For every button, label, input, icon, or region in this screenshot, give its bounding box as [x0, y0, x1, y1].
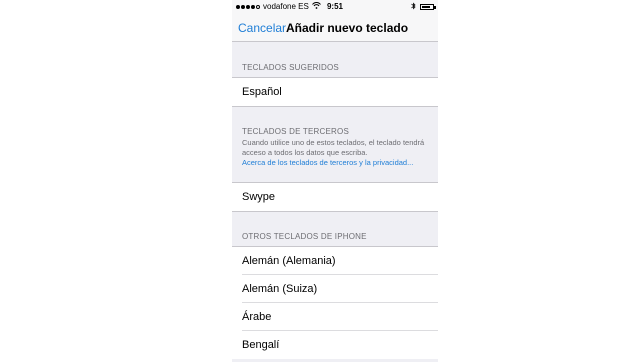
keyboard-item-label: Árabe: [242, 311, 272, 323]
keyboard-item-aleman-alemania[interactable]: Alemán (Alemania): [232, 247, 438, 275]
status-time: 9:51: [326, 2, 343, 11]
phone-screen: vodafone ES 9:51 Cancelar Añadir nuevo t…: [232, 0, 438, 362]
keyboard-item-espanol[interactable]: Español: [232, 78, 438, 106]
keyboard-item-swype[interactable]: Swype: [232, 183, 438, 211]
bluetooth-icon: [411, 2, 416, 12]
keyboard-item-label: Español: [242, 86, 282, 98]
keyboard-item-label: Alemán (Alemania): [242, 255, 336, 267]
navigation-bar: Cancelar Añadir nuevo teclado: [232, 14, 438, 42]
keyboard-item-label: Bengalí: [242, 339, 280, 351]
third-party-description: Cuando utilice uno de estos teclados, el…: [242, 138, 425, 157]
cancel-button[interactable]: Cancelar: [238, 21, 286, 35]
third-party-privacy-link[interactable]: Acerca de los teclados de terceros y la …: [242, 158, 432, 168]
third-party-section-header: TECLADOS DE TERCEROS: [242, 127, 349, 136]
keyboard-item-arabe[interactable]: Árabe: [232, 303, 438, 331]
divider: [232, 211, 438, 212]
keyboard-item-label: Alemán (Suiza): [242, 283, 318, 295]
page-title: Añadir nuevo teclado: [286, 21, 409, 35]
status-bar: vodafone ES 9:51: [232, 0, 438, 14]
battery-level: [422, 6, 430, 8]
keyboard-item-label: Swype: [242, 191, 276, 203]
keyboard-item-bengali[interactable]: Bengalí: [232, 331, 438, 359]
status-right: [411, 2, 436, 12]
other-keyboards-section-header: OTROS TECLADOS DE IPHONE: [242, 232, 367, 241]
suggested-section-header: TECLADOS SUGERIDOS: [242, 63, 339, 72]
battery-icon: [420, 4, 436, 10]
keyboard-item-aleman-suiza[interactable]: Alemán (Suiza): [232, 275, 438, 303]
divider: [232, 106, 438, 107]
